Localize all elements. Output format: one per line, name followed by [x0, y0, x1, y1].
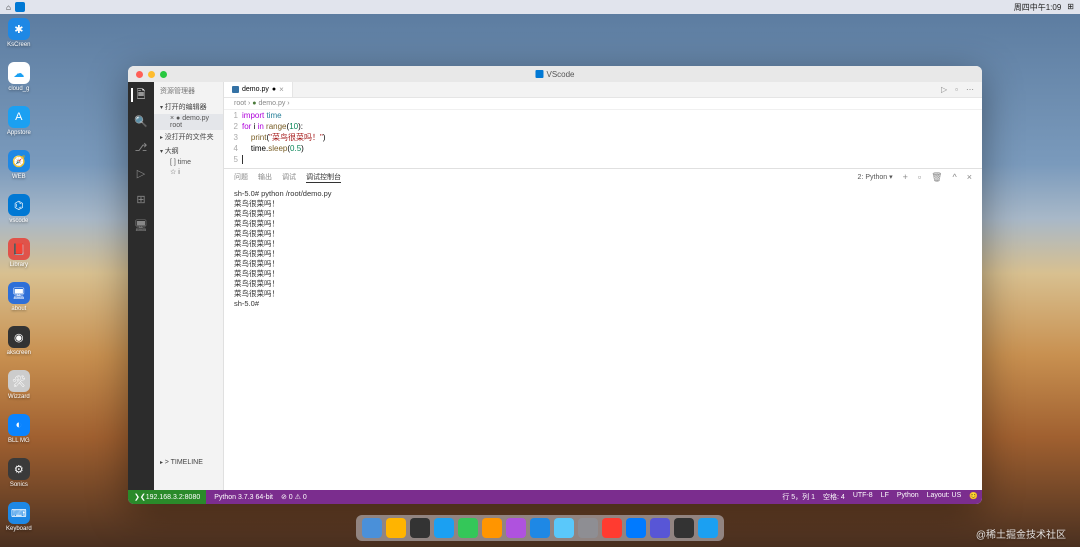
sidebar-item[interactable]: × ● demo.py root — [154, 114, 223, 130]
remote-indicator[interactable]: ❯❮ 192.168.3.2:8080 — [128, 490, 206, 504]
dock-app-icon[interactable] — [410, 518, 430, 538]
bottom-panel: 问题输出调试调试控制台 2: Python ▾ + ▫ 🗑 ^ × sh-5.0# pyth… — [224, 168, 982, 490]
tab-close-icon[interactable]: × — [279, 85, 284, 94]
activity-bar: 🗎 🔍 ⎇ ▷ ⊞ 🖥 — [128, 82, 154, 490]
dock-kscreen[interactable]: ✱KsCreen — [6, 18, 32, 48]
dock-app-icon[interactable] — [506, 518, 526, 538]
dock-app-icon[interactable] — [626, 518, 646, 538]
dock-app-icon[interactable] — [362, 518, 382, 538]
watermark: @稀土掘金技术社区 — [976, 526, 1066, 541]
sidebar-section[interactable]: 没打开的文件夹 — [154, 130, 223, 144]
dock-app-icon[interactable] — [578, 518, 598, 538]
close-icon[interactable] — [136, 71, 143, 78]
tab-bar: demo.py ● × ▷ ▫ ⋯ — [224, 82, 982, 98]
panel-action-icon[interactable]: ^ — [953, 172, 957, 182]
dock[interactable] — [356, 515, 724, 541]
sidebar-section[interactable]: 大纲 — [154, 144, 223, 158]
panel-action-icon[interactable]: × — [967, 172, 972, 182]
dock-app-icon[interactable] — [698, 518, 718, 538]
status-problems[interactable]: ⊘ 0 ⚠ 0 — [281, 493, 307, 501]
dock-appstore[interactable]: AAppstore — [6, 106, 32, 136]
status-item[interactable]: Python — [897, 492, 919, 502]
dock-app-icon[interactable] — [434, 518, 454, 538]
panel-tab[interactable]: 输出 — [258, 172, 272, 182]
sidebar-item[interactable]: [ ] time — [154, 158, 223, 167]
menubar-clock: 周四中午1:09 — [1014, 2, 1062, 13]
apple-menu-icon[interactable]: ⌂ — [6, 3, 11, 12]
panel-action-icon[interactable]: + — [903, 172, 908, 182]
dock-app-icon[interactable] — [674, 518, 694, 538]
vscode-menubar-icon[interactable] — [15, 2, 25, 12]
activity-ext-icon[interactable]: ⊞ — [134, 192, 148, 206]
dock-cloud[interactable]: ☁cloud_g — [6, 62, 32, 92]
tab-action-icon[interactable]: ⋯ — [966, 85, 974, 94]
tab-action-icon[interactable]: ▫ — [955, 85, 958, 94]
status-item[interactable]: 行 5，列 1 — [782, 492, 815, 502]
panel-tab[interactable]: 调试控制台 — [306, 172, 341, 183]
dock-keyboard[interactable]: ⌨Keyboard — [6, 502, 32, 532]
dock-about[interactable]: 🖥about — [6, 282, 32, 312]
activity-debug-icon[interactable]: ▷ — [134, 166, 148, 180]
sidebar-item[interactable]: ☆ i — [154, 167, 223, 177]
dock-sonics[interactable]: ⚙Sonics — [6, 458, 32, 488]
vscode-window: VScode 🗎🔍⎇▷⊞🖥 资源管理器 打开的编辑器× ● demo.py ro… — [128, 66, 982, 504]
menubar-search-icon[interactable]: ⊞ — [1067, 2, 1074, 13]
tab-demo-py[interactable]: demo.py ● × — [224, 82, 293, 97]
terminal-selector[interactable]: 2: Python ▾ — [858, 173, 893, 181]
dock-wizzard[interactable]: 🛠Wizzard — [6, 370, 32, 400]
activity-git-icon[interactable]: ⎇ — [134, 140, 148, 154]
code-editor[interactable]: 12345 import timefor i in range(10): pri… — [224, 110, 982, 168]
timeline-section[interactable]: > TIMELINE — [154, 457, 223, 468]
status-item[interactable]: UTF-8 — [853, 492, 873, 502]
dock-akscreen[interactable]: ◉akscreen — [6, 326, 32, 356]
tab-label: demo.py — [242, 86, 269, 93]
dock-app-icon[interactable] — [530, 518, 550, 538]
dock-mask[interactable]: ◐BLL MG — [6, 414, 32, 444]
panel-tab[interactable]: 调试 — [282, 172, 296, 182]
dock-library[interactable]: 📕Library — [6, 238, 32, 268]
tab-dirty-indicator: ● — [272, 86, 276, 93]
panel-tab[interactable]: 问题 — [234, 172, 248, 182]
dock-app-icon[interactable] — [482, 518, 502, 538]
minimize-icon[interactable] — [148, 71, 155, 78]
status-python[interactable]: Python 3.7.3 64-bit — [214, 494, 273, 501]
dock-safari[interactable]: 🧭WEB — [6, 150, 32, 180]
explorer-sidebar: 资源管理器 打开的编辑器× ● demo.py root没打开的文件夹大纲[ ]… — [154, 82, 224, 490]
panel-action-icon[interactable]: 🗑 — [931, 172, 942, 183]
dock-app-icon[interactable] — [650, 518, 670, 538]
status-item[interactable]: 😊 — [969, 492, 978, 502]
activity-search-icon[interactable]: 🔍 — [134, 114, 148, 128]
status-item[interactable]: LF — [881, 492, 889, 502]
python-file-icon — [232, 86, 239, 93]
breadcrumb[interactable]: root › ● demo.py › — [224, 98, 982, 110]
sidebar-title: 资源管理器 — [154, 82, 223, 100]
vscode-icon — [535, 70, 543, 78]
window-titlebar[interactable]: VScode — [128, 66, 982, 82]
activity-files-icon[interactable]: 🗎 — [131, 88, 145, 102]
tab-action-icon[interactable]: ▷ — [941, 85, 947, 94]
dock-app-icon[interactable] — [554, 518, 574, 538]
dock-app-icon[interactable] — [458, 518, 478, 538]
activity-remote-icon[interactable]: 🖥 — [134, 218, 148, 232]
system-menubar: ⌂ 周四中午1:09 ⊞ — [0, 0, 1080, 14]
panel-action-icon[interactable]: ▫ — [918, 172, 921, 182]
status-bar: ❯❮ 192.168.3.2:8080 Python 3.7.3 64-bit … — [128, 490, 982, 504]
dock-app-icon[interactable] — [386, 518, 406, 538]
dock-vscode[interactable]: ⌬vscode — [6, 194, 32, 224]
status-item[interactable]: 空格: 4 — [823, 492, 845, 502]
terminal-output[interactable]: sh-5.0# python /root/demo.py菜鸟很菜吗！菜鸟很菜吗！… — [224, 185, 982, 490]
status-item[interactable]: Layout: US — [927, 492, 962, 502]
window-title: VScode — [546, 70, 574, 79]
zoom-icon[interactable] — [160, 71, 167, 78]
sidebar-section[interactable]: 打开的编辑器 — [154, 100, 223, 114]
dock-app-icon[interactable] — [602, 518, 622, 538]
